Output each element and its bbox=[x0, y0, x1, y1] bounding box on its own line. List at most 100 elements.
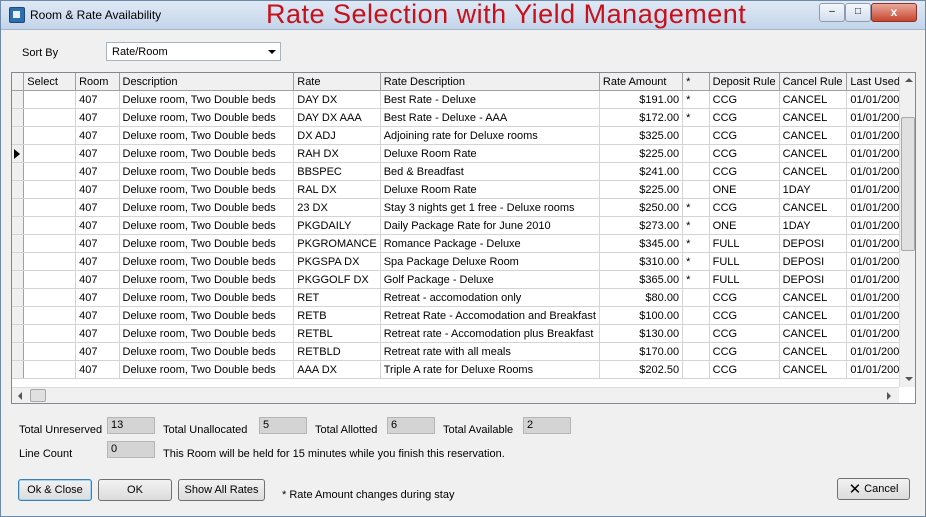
cell-deposit[interactable]: CCG bbox=[709, 198, 780, 217]
cell-cancel[interactable]: 1DAY bbox=[779, 216, 848, 235]
cell-cancel[interactable]: 1DAY bbox=[779, 180, 848, 199]
cell-rate[interactable]: PKGROMANCE bbox=[293, 234, 381, 253]
cell-rate[interactable]: PKGSPA DX bbox=[293, 252, 381, 271]
cell-description[interactable]: Deluxe room, Two Double beds bbox=[119, 126, 295, 145]
cell-rate-description[interactable]: Deluxe Room Rate bbox=[380, 180, 600, 199]
cell-star[interactable]: * bbox=[682, 108, 710, 127]
cell-cancel[interactable]: CANCEL bbox=[779, 144, 848, 163]
cell-amount[interactable]: $130.00 bbox=[599, 324, 684, 343]
cell-rate-description[interactable]: Best Rate - Deluxe - AAA bbox=[380, 108, 600, 127]
cell-description[interactable]: Deluxe room, Two Double beds bbox=[119, 234, 295, 253]
cell-amount[interactable]: $100.00 bbox=[599, 306, 684, 325]
cell-rate-description[interactable]: Romance Package - Deluxe bbox=[380, 234, 600, 253]
cell-deposit[interactable]: CCG bbox=[709, 360, 780, 379]
cell-rate-description[interactable]: Bed & Breadfast bbox=[380, 162, 600, 181]
show-all-rates-button[interactable]: Show All Rates bbox=[178, 479, 265, 501]
cell-room[interactable]: 407 bbox=[75, 162, 120, 181]
cell-cancel[interactable]: CANCEL bbox=[779, 198, 848, 217]
sort-by-select[interactable]: Rate/Room bbox=[106, 42, 281, 61]
cell-cancel[interactable]: CANCEL bbox=[779, 360, 848, 379]
cell-star[interactable]: * bbox=[682, 252, 710, 271]
cell-rate[interactable]: BBSPEC bbox=[293, 162, 381, 181]
cell-room[interactable]: 407 bbox=[75, 108, 120, 127]
column-header[interactable]: Deposit Rule bbox=[709, 73, 780, 91]
window-close-button[interactable]: x bbox=[871, 3, 917, 22]
vertical-scrollbar[interactable] bbox=[899, 73, 915, 387]
select-cell[interactable] bbox=[23, 90, 77, 109]
column-header[interactable]: Description bbox=[119, 73, 295, 91]
table-row[interactable]: 407 Deluxe room, Two Double beds PKGSPA DX… bbox=[12, 252, 915, 271]
table-row[interactable]: 407 Deluxe room, Two Double beds DAY DX Bes… bbox=[12, 90, 915, 109]
table-row[interactable]: 407 Deluxe room, Two Double beds PKGROMANC… bbox=[12, 234, 915, 253]
cell-deposit[interactable]: CCG bbox=[709, 108, 780, 127]
cell-star[interactable] bbox=[682, 144, 710, 163]
cell-star[interactable] bbox=[682, 180, 710, 199]
cell-room[interactable]: 407 bbox=[75, 270, 120, 289]
cell-rate[interactable]: RETBL bbox=[293, 324, 381, 343]
cell-description[interactable]: Deluxe room, Two Double beds bbox=[119, 198, 295, 217]
horizontal-scrollbar[interactable] bbox=[12, 387, 899, 403]
cell-description[interactable]: Deluxe room, Two Double beds bbox=[119, 270, 295, 289]
cell-deposit[interactable]: CCG bbox=[709, 288, 780, 307]
row-selector[interactable] bbox=[12, 324, 25, 343]
table-row[interactable]: 407 Deluxe room, Two Double beds RAH DX Del… bbox=[12, 144, 915, 163]
cell-room[interactable]: 407 bbox=[75, 342, 120, 361]
table-row[interactable]: 407 Deluxe room, Two Double beds PKGGOLF D… bbox=[12, 270, 915, 289]
cell-amount[interactable]: $170.00 bbox=[599, 342, 684, 361]
cell-cancel[interactable]: DEPOSI bbox=[779, 252, 848, 271]
cell-deposit[interactable]: CCG bbox=[709, 306, 780, 325]
row-selector[interactable] bbox=[12, 90, 25, 109]
cell-cancel[interactable]: CANCEL bbox=[779, 324, 848, 343]
table-row[interactable]: 407 Deluxe room, Two Double beds RETBLD Ret… bbox=[12, 342, 915, 361]
cell-deposit[interactable]: CCG bbox=[709, 324, 780, 343]
title-bar[interactable]: Room & Rate Availability Rate Selection … bbox=[1, 0, 925, 30]
cell-cancel[interactable]: CANCEL bbox=[779, 126, 848, 145]
cell-rate[interactable]: DAY DX AAA bbox=[293, 108, 381, 127]
cell-deposit[interactable]: FULL bbox=[709, 252, 780, 271]
cell-rate-description[interactable]: Golf Package - Deluxe bbox=[380, 270, 600, 289]
cell-amount[interactable]: $172.00 bbox=[599, 108, 684, 127]
scroll-left-icon[interactable] bbox=[18, 392, 22, 400]
row-selector[interactable] bbox=[12, 288, 25, 307]
row-selector[interactable] bbox=[12, 216, 25, 235]
column-header[interactable]: Rate Amount bbox=[599, 73, 684, 91]
row-selector[interactable] bbox=[12, 180, 25, 199]
cell-description[interactable]: Deluxe room, Two Double beds bbox=[119, 360, 295, 379]
cell-star[interactable] bbox=[682, 360, 710, 379]
cell-deposit[interactable]: ONE bbox=[709, 216, 780, 235]
cell-description[interactable]: Deluxe room, Two Double beds bbox=[119, 252, 295, 271]
cell-amount[interactable]: $241.00 bbox=[599, 162, 684, 181]
cell-description[interactable]: Deluxe room, Two Double beds bbox=[119, 216, 295, 235]
cell-amount[interactable]: $225.00 bbox=[599, 144, 684, 163]
select-cell[interactable] bbox=[23, 270, 77, 289]
select-cell[interactable] bbox=[23, 216, 77, 235]
select-cell[interactable] bbox=[23, 144, 77, 163]
select-cell[interactable] bbox=[23, 126, 77, 145]
cell-star[interactable]: * bbox=[682, 270, 710, 289]
cell-star[interactable] bbox=[682, 126, 710, 145]
cell-room[interactable]: 407 bbox=[75, 144, 120, 163]
cell-deposit[interactable]: FULL bbox=[709, 234, 780, 253]
select-cell[interactable] bbox=[23, 360, 77, 379]
cell-star[interactable] bbox=[682, 162, 710, 181]
cell-rate-description[interactable]: Spa Package Deluxe Room bbox=[380, 252, 600, 271]
table-row[interactable]: 407 Deluxe room, Two Double beds RAL DX Del… bbox=[12, 180, 915, 199]
cell-cancel[interactable]: CANCEL bbox=[779, 108, 848, 127]
cell-deposit[interactable]: CCG bbox=[709, 126, 780, 145]
cell-description[interactable]: Deluxe room, Two Double beds bbox=[119, 288, 295, 307]
cell-room[interactable]: 407 bbox=[75, 306, 120, 325]
cell-description[interactable]: Deluxe room, Two Double beds bbox=[119, 108, 295, 127]
scroll-down-icon[interactable] bbox=[905, 377, 913, 381]
row-selector[interactable] bbox=[12, 234, 25, 253]
cell-deposit[interactable]: CCG bbox=[709, 144, 780, 163]
cell-description[interactable]: Deluxe room, Two Double beds bbox=[119, 324, 295, 343]
table-row[interactable]: 407 Deluxe room, Two Double beds RET Retrea… bbox=[12, 288, 915, 307]
cell-room[interactable]: 407 bbox=[75, 180, 120, 199]
row-selector[interactable] bbox=[12, 270, 25, 289]
cell-description[interactable]: Deluxe room, Two Double beds bbox=[119, 162, 295, 181]
cell-star[interactable] bbox=[682, 288, 710, 307]
column-header[interactable]: Room bbox=[75, 73, 120, 91]
cell-description[interactable]: Deluxe room, Two Double beds bbox=[119, 342, 295, 361]
cell-deposit[interactable]: FULL bbox=[709, 270, 780, 289]
cell-star[interactable]: * bbox=[682, 90, 710, 109]
